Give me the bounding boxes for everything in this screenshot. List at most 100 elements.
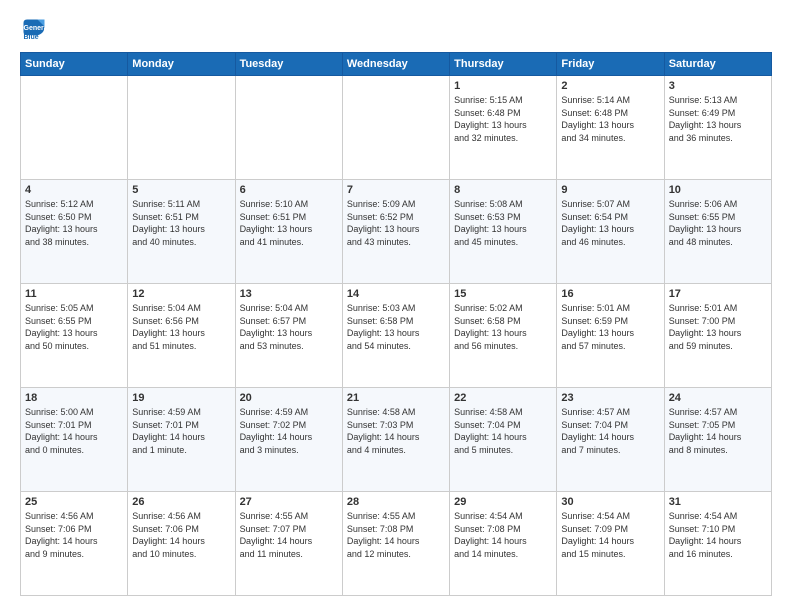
day-cell-32: 29Sunrise: 4:54 AM Sunset: 7:08 PM Dayli… bbox=[450, 492, 557, 596]
day-cell-14: 11 Sunrise: 5:05 AM Sunset: 6:55 PM Dayli… bbox=[21, 284, 128, 388]
day-number: 5 bbox=[132, 184, 230, 196]
day-number: 22 bbox=[454, 392, 552, 404]
day-info: Sunrise: 4:54 AM Sunset: 7:10 PM Dayligh… bbox=[669, 510, 767, 560]
day-info: Sunrise: 5:13 AM Sunset: 6:49 PM Dayligh… bbox=[669, 94, 767, 144]
day-number: 10 bbox=[669, 184, 767, 196]
day-cell-22: 19 Sunrise: 4:59 AM Sunset: 7:01 PM Dayli… bbox=[128, 388, 235, 492]
day-number: 2 bbox=[561, 80, 659, 92]
day-cell-3 bbox=[342, 76, 449, 180]
day-info: Sunrise: 4:54 AM Sunset: 7:09 PM Dayligh… bbox=[561, 510, 659, 560]
day-cell-24: 21Sunrise: 4:58 AM Sunset: 7:03 PM Dayli… bbox=[342, 388, 449, 492]
day-cell-7: 4Sunrise: 5:12 AM Sunset: 6:50 PM Daylig… bbox=[21, 180, 128, 284]
day-info: Sunrise: 5:01 AM Sunset: 6:59 PM Dayligh… bbox=[561, 302, 659, 352]
day-cell-34: 31Sunrise: 4:54 AM Sunset: 7:10 PM Dayli… bbox=[664, 492, 771, 596]
day-number: 24 bbox=[669, 392, 767, 404]
day-number: 9 bbox=[561, 184, 659, 196]
day-info: Sunrise: 5:07 AM Sunset: 6:54 PM Dayligh… bbox=[561, 198, 659, 248]
logo-icon: General Blue bbox=[20, 16, 48, 44]
day-cell-1 bbox=[128, 76, 235, 180]
day-info: Sunrise: 5:04 AM Sunset: 6:57 PM Dayligh… bbox=[240, 302, 338, 352]
weekday-header-wednesday: Wednesday bbox=[342, 53, 449, 76]
weekday-header-row: SundayMondayTuesdayWednesdayThursdayFrid… bbox=[21, 53, 772, 76]
day-info: Sunrise: 4:57 AM Sunset: 7:05 PM Dayligh… bbox=[669, 406, 767, 456]
day-info: Sunrise: 4:55 AM Sunset: 7:08 PM Dayligh… bbox=[347, 510, 445, 560]
day-cell-12: 9 Sunrise: 5:07 AM Sunset: 6:54 PM Daylig… bbox=[557, 180, 664, 284]
day-number: 11 bbox=[25, 288, 123, 300]
day-info: Sunrise: 5:14 AM Sunset: 6:48 PM Dayligh… bbox=[561, 94, 659, 144]
day-info: Sunrise: 4:59 AM Sunset: 7:02 PM Dayligh… bbox=[240, 406, 338, 456]
day-number: 16 bbox=[561, 288, 659, 300]
day-number: 7 bbox=[347, 184, 445, 196]
day-cell-13: 10 Sunrise: 5:06 AM Sunset: 6:55 PM Dayli… bbox=[664, 180, 771, 284]
day-info: Sunrise: 5:11 AM Sunset: 6:51 PM Dayligh… bbox=[132, 198, 230, 248]
day-cell-30: 27 Sunrise: 4:55 AM Sunset: 7:07 PM Dayli… bbox=[235, 492, 342, 596]
header: General Blue bbox=[20, 16, 772, 44]
day-number: 3 bbox=[669, 80, 767, 92]
day-info: Sunrise: 5:08 AM Sunset: 6:53 PM Dayligh… bbox=[454, 198, 552, 248]
day-cell-18: 15 Sunrise: 5:02 AM Sunset: 6:58 PM Dayli… bbox=[450, 284, 557, 388]
day-number: 25 bbox=[25, 496, 123, 508]
weekday-header-sunday: Sunday bbox=[21, 53, 128, 76]
day-info: Sunrise: 5:04 AM Sunset: 6:56 PM Dayligh… bbox=[132, 302, 230, 352]
day-number: 15 bbox=[454, 288, 552, 300]
day-cell-5: 2 Sunrise: 5:14 AM Sunset: 6:48 PM Daylig… bbox=[557, 76, 664, 180]
day-number: 23 bbox=[561, 392, 659, 404]
day-info: Sunrise: 4:58 AM Sunset: 7:04 PM Dayligh… bbox=[454, 406, 552, 456]
weekday-header-saturday: Saturday bbox=[664, 53, 771, 76]
day-cell-11: 8 Sunrise: 5:08 AM Sunset: 6:53 PM Daylig… bbox=[450, 180, 557, 284]
day-info: Sunrise: 4:56 AM Sunset: 7:06 PM Dayligh… bbox=[132, 510, 230, 560]
day-info: Sunrise: 5:01 AM Sunset: 7:00 PM Dayligh… bbox=[669, 302, 767, 352]
day-cell-29: 26 Sunrise: 4:56 AM Sunset: 7:06 PM Dayli… bbox=[128, 492, 235, 596]
day-cell-31: 28 Sunrise: 4:55 AM Sunset: 7:08 PM Dayli… bbox=[342, 492, 449, 596]
page: General Blue SundayMondayTuesdayWednesda… bbox=[0, 0, 792, 612]
week-row-3: 11 Sunrise: 5:05 AM Sunset: 6:55 PM Dayli… bbox=[21, 284, 772, 388]
day-info: Sunrise: 5:06 AM Sunset: 6:55 PM Dayligh… bbox=[669, 198, 767, 248]
day-cell-26: 23 Sunrise: 4:57 AM Sunset: 7:04 PM Dayli… bbox=[557, 388, 664, 492]
day-number: 14 bbox=[347, 288, 445, 300]
day-number: 6 bbox=[240, 184, 338, 196]
logo: General Blue bbox=[20, 16, 52, 44]
day-number: 8 bbox=[454, 184, 552, 196]
day-info: Sunrise: 5:03 AM Sunset: 6:58 PM Dayligh… bbox=[347, 302, 445, 352]
week-row-4: 18Sunrise: 5:00 AM Sunset: 7:01 PM Dayli… bbox=[21, 388, 772, 492]
day-cell-0 bbox=[21, 76, 128, 180]
day-number: 27 bbox=[240, 496, 338, 508]
day-number: 29 bbox=[454, 496, 552, 508]
day-cell-27: 24 Sunrise: 4:57 AM Sunset: 7:05 PM Dayli… bbox=[664, 388, 771, 492]
day-number: 12 bbox=[132, 288, 230, 300]
day-cell-8: 5 Sunrise: 5:11 AM Sunset: 6:51 PM Daylig… bbox=[128, 180, 235, 284]
day-cell-6: 3 Sunrise: 5:13 AM Sunset: 6:49 PM Daylig… bbox=[664, 76, 771, 180]
day-number: 20 bbox=[240, 392, 338, 404]
day-number: 26 bbox=[132, 496, 230, 508]
week-row-1: 1Sunrise: 5:15 AM Sunset: 6:48 PM Daylig… bbox=[21, 76, 772, 180]
day-info: Sunrise: 4:58 AM Sunset: 7:03 PM Dayligh… bbox=[347, 406, 445, 456]
weekday-header-friday: Friday bbox=[557, 53, 664, 76]
day-cell-9: 6 Sunrise: 5:10 AM Sunset: 6:51 PM Daylig… bbox=[235, 180, 342, 284]
day-number: 28 bbox=[347, 496, 445, 508]
day-number: 30 bbox=[561, 496, 659, 508]
weekday-header-tuesday: Tuesday bbox=[235, 53, 342, 76]
day-info: Sunrise: 5:12 AM Sunset: 6:50 PM Dayligh… bbox=[25, 198, 123, 248]
week-row-2: 4Sunrise: 5:12 AM Sunset: 6:50 PM Daylig… bbox=[21, 180, 772, 284]
day-info: Sunrise: 4:57 AM Sunset: 7:04 PM Dayligh… bbox=[561, 406, 659, 456]
day-cell-4: 1Sunrise: 5:15 AM Sunset: 6:48 PM Daylig… bbox=[450, 76, 557, 180]
day-cell-15: 12 Sunrise: 5:04 AM Sunset: 6:56 PM Dayli… bbox=[128, 284, 235, 388]
day-info: Sunrise: 5:00 AM Sunset: 7:01 PM Dayligh… bbox=[25, 406, 123, 456]
day-number: 13 bbox=[240, 288, 338, 300]
day-number: 19 bbox=[132, 392, 230, 404]
weekday-header-monday: Monday bbox=[128, 53, 235, 76]
day-info: Sunrise: 5:05 AM Sunset: 6:55 PM Dayligh… bbox=[25, 302, 123, 352]
day-cell-20: 17 Sunrise: 5:01 AM Sunset: 7:00 PM Dayli… bbox=[664, 284, 771, 388]
day-number: 17 bbox=[669, 288, 767, 300]
day-info: Sunrise: 5:10 AM Sunset: 6:51 PM Dayligh… bbox=[240, 198, 338, 248]
day-info: Sunrise: 4:55 AM Sunset: 7:07 PM Dayligh… bbox=[240, 510, 338, 560]
day-info: Sunrise: 5:02 AM Sunset: 6:58 PM Dayligh… bbox=[454, 302, 552, 352]
day-cell-28: 25 Sunrise: 4:56 AM Sunset: 7:06 PM Dayli… bbox=[21, 492, 128, 596]
day-info: Sunrise: 4:59 AM Sunset: 7:01 PM Dayligh… bbox=[132, 406, 230, 456]
day-info: Sunrise: 5:15 AM Sunset: 6:48 PM Dayligh… bbox=[454, 94, 552, 144]
day-cell-17: 14 Sunrise: 5:03 AM Sunset: 6:58 PM Dayli… bbox=[342, 284, 449, 388]
week-row-5: 25 Sunrise: 4:56 AM Sunset: 7:06 PM Dayli… bbox=[21, 492, 772, 596]
day-cell-2 bbox=[235, 76, 342, 180]
day-info: Sunrise: 4:56 AM Sunset: 7:06 PM Dayligh… bbox=[25, 510, 123, 560]
svg-text:Blue: Blue bbox=[24, 34, 39, 41]
